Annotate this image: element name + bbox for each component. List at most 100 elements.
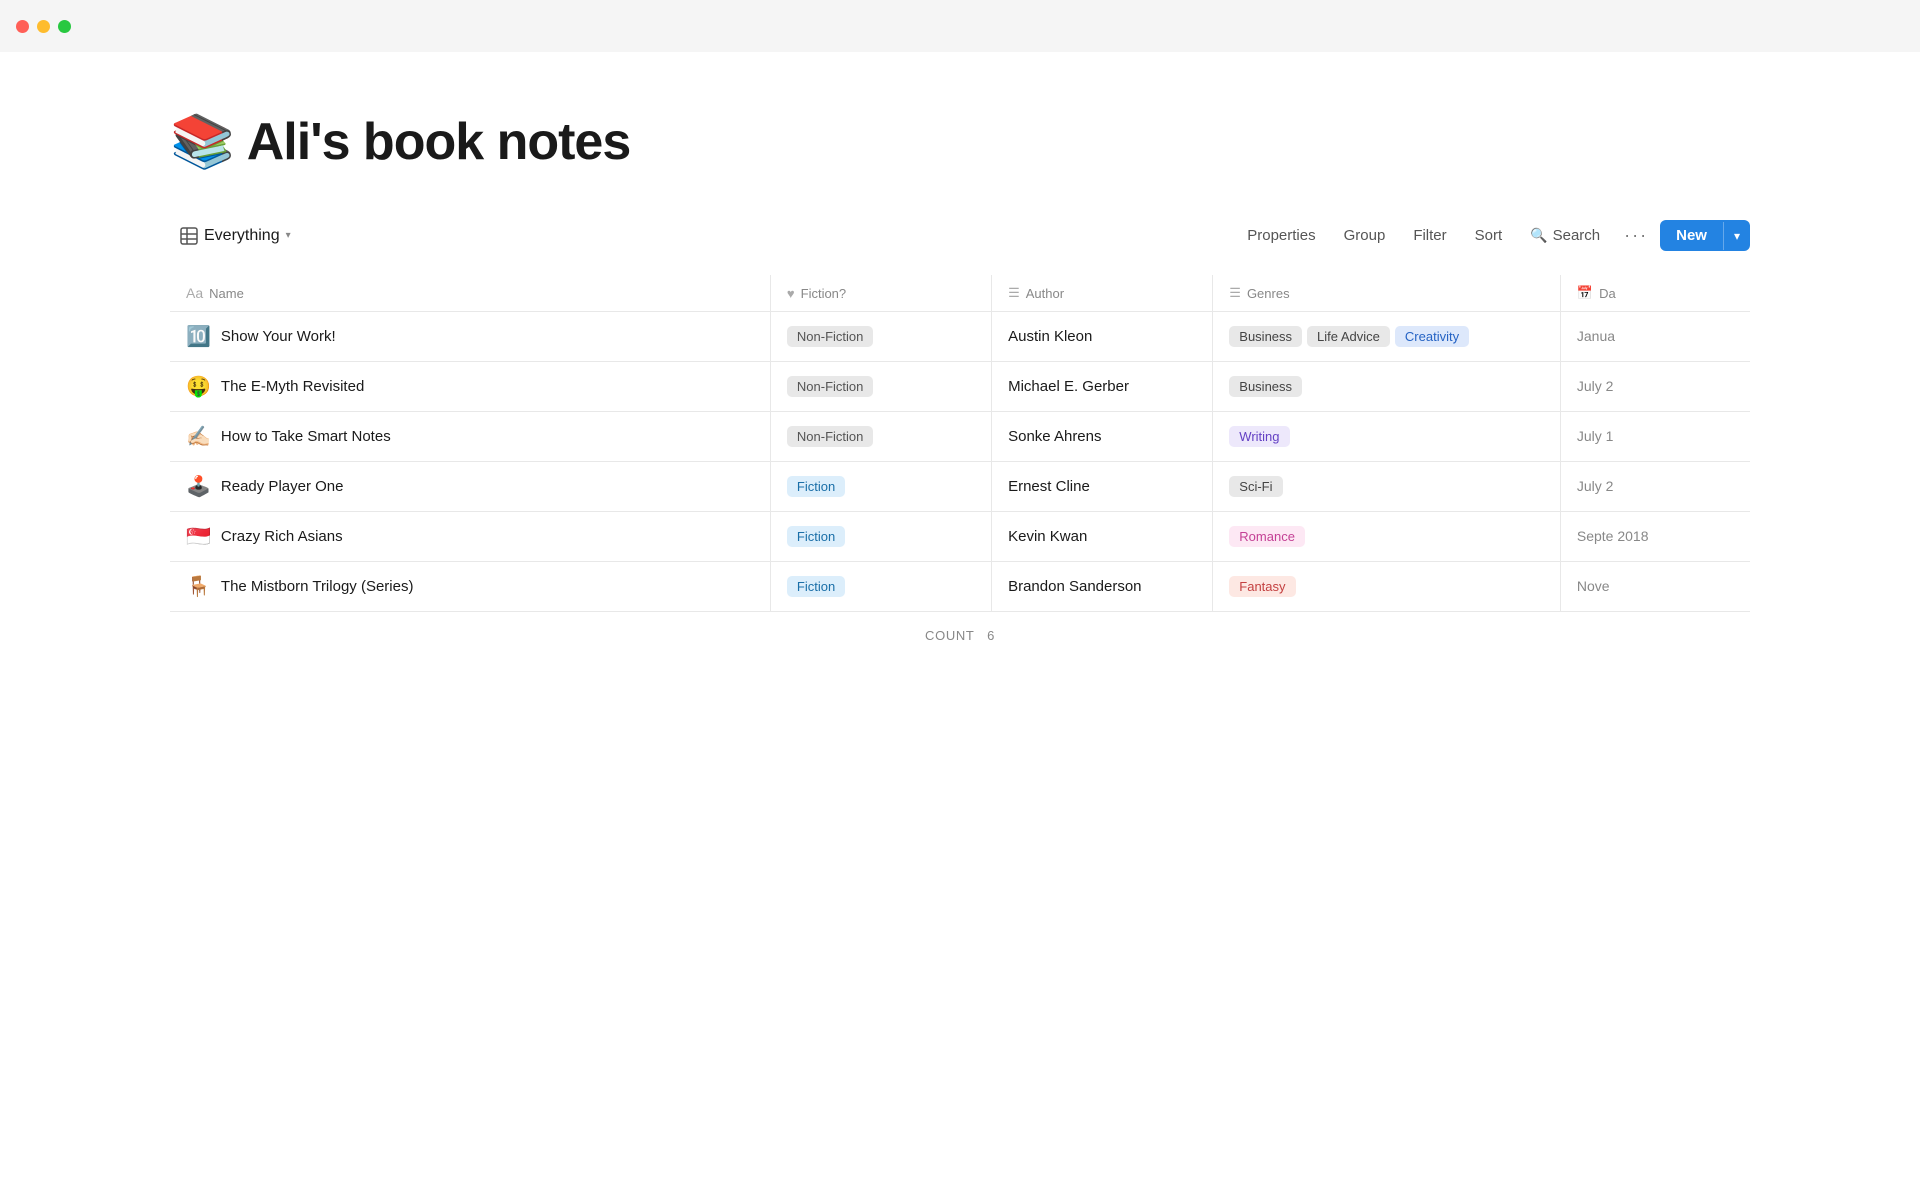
count-bar: COUNT 6 <box>170 612 1750 659</box>
row-emoji: 🔟 <box>186 324 211 349</box>
table-row[interactable]: ✍🏻 How to Take Smart Notes Non-Fiction So… <box>170 412 1750 462</box>
view-selector[interactable]: Everything ▾ <box>170 222 301 250</box>
properties-button[interactable]: Properties <box>1235 222 1327 249</box>
cell-date-1: July 2 <box>1560 362 1750 412</box>
page-icon: 📚 <box>170 116 235 168</box>
cell-fiction-5: Fiction <box>770 562 991 612</box>
col-header-genres[interactable]: ☰ Genres <box>1213 275 1561 312</box>
col-name-label: Name <box>209 286 244 301</box>
more-options-button[interactable]: ··· <box>1616 220 1656 251</box>
text-icon: Aa <box>186 285 203 301</box>
more-icon: ··· <box>1624 225 1648 245</box>
titlebar <box>0 0 1920 52</box>
search-icon: 🔍 <box>1530 227 1547 244</box>
database-table: Aa Name ♥ Fiction? ☰ Author <box>170 275 1750 612</box>
col-genres-label: Genres <box>1247 286 1290 301</box>
date-value: July 2 <box>1577 378 1614 394</box>
search-button[interactable]: 🔍 Search <box>1518 222 1612 249</box>
cell-author-5: Brandon Sanderson <box>992 562 1213 612</box>
cell-date-4: Septe 2018 <box>1560 512 1750 562</box>
search-label: Search <box>1553 227 1601 244</box>
fiction-badge[interactable]: Non-Fiction <box>787 426 873 447</box>
cell-name-1: 🤑 The E-Myth Revisited <box>170 362 770 412</box>
genre-tag[interactable]: Sci-Fi <box>1229 476 1282 497</box>
list-icon-genres: ☰ <box>1229 285 1241 301</box>
genre-tag[interactable]: Romance <box>1229 526 1305 547</box>
cell-genres-0: BusinessLife AdviceCreativity <box>1213 312 1561 362</box>
cell-date-3: July 2 <box>1560 462 1750 512</box>
cell-author-0: Austin Kleon <box>992 312 1213 362</box>
chevron-down-icon: ▾ <box>286 230 291 241</box>
view-label: Everything <box>204 227 280 245</box>
col-header-name[interactable]: Aa Name <box>170 275 770 312</box>
fiction-badge[interactable]: Non-Fiction <box>787 326 873 347</box>
filter-button[interactable]: Filter <box>1401 222 1458 249</box>
cell-author-3: Ernest Cline <box>992 462 1213 512</box>
new-button[interactable]: New <box>1660 220 1723 251</box>
row-emoji: 🪑 <box>186 574 211 599</box>
fiction-badge[interactable]: Fiction <box>787 476 845 497</box>
row-emoji: ✍🏻 <box>186 424 211 449</box>
date-value: Nove <box>1577 578 1610 594</box>
genre-tag[interactable]: Business <box>1229 326 1302 347</box>
date-value: July 1 <box>1577 428 1614 444</box>
col-fiction-label: Fiction? <box>801 286 847 301</box>
main-content: 📚 Ali's book notes Everything ▾ Properti… <box>0 52 1920 699</box>
cell-name-0: 🔟 Show Your Work! <box>170 312 770 362</box>
row-title[interactable]: Ready Player One <box>221 478 344 495</box>
cell-name-2: ✍🏻 How to Take Smart Notes <box>170 412 770 462</box>
row-title[interactable]: Show Your Work! <box>221 328 336 345</box>
database-table-wrapper: Aa Name ♥ Fiction? ☰ Author <box>170 275 1750 612</box>
genre-tag[interactable]: Creativity <box>1395 326 1469 347</box>
author-name: Ernest Cline <box>1008 478 1090 495</box>
row-title[interactable]: Crazy Rich Asians <box>221 528 343 545</box>
close-button[interactable] <box>16 20 29 33</box>
col-header-date[interactable]: 📅 Da <box>1560 275 1750 312</box>
genre-tag[interactable]: Business <box>1229 376 1302 397</box>
cell-genres-5: Fantasy <box>1213 562 1561 612</box>
fiction-badge[interactable]: Fiction <box>787 576 845 597</box>
fiction-badge[interactable]: Non-Fiction <box>787 376 873 397</box>
row-title[interactable]: The E-Myth Revisited <box>221 378 364 395</box>
table-body: 🔟 Show Your Work! Non-Fiction Austin Kleo… <box>170 312 1750 612</box>
table-row[interactable]: 🇸🇬 Crazy Rich Asians FictionKevin KwanRo… <box>170 512 1750 562</box>
genre-tag[interactable]: Writing <box>1229 426 1289 447</box>
row-emoji: 🕹️ <box>186 474 211 499</box>
author-name: Austin Kleon <box>1008 328 1092 345</box>
col-header-fiction[interactable]: ♥ Fiction? <box>770 275 991 312</box>
sort-button[interactable]: Sort <box>1463 222 1515 249</box>
row-emoji: 🇸🇬 <box>186 524 211 549</box>
cell-author-2: Sonke Ahrens <box>992 412 1213 462</box>
new-button-group: New ▾ <box>1660 220 1750 251</box>
cell-name-4: 🇸🇬 Crazy Rich Asians <box>170 512 770 562</box>
dropdown-chevron-icon: ▾ <box>1734 229 1740 243</box>
table-row[interactable]: 🔟 Show Your Work! Non-Fiction Austin Kleo… <box>170 312 1750 362</box>
col-header-author[interactable]: ☰ Author <box>992 275 1213 312</box>
genre-tag[interactable]: Fantasy <box>1229 576 1295 597</box>
col-author-label: Author <box>1026 286 1064 301</box>
table-row[interactable]: 🕹️ Ready Player One Fiction Ernest Cline S… <box>170 462 1750 512</box>
cell-name-3: 🕹️ Ready Player One <box>170 462 770 512</box>
cell-date-0: Janua <box>1560 312 1750 362</box>
genre-tag[interactable]: Life Advice <box>1307 326 1390 347</box>
date-value: Janua <box>1577 328 1615 344</box>
cell-genres-2: Writing <box>1213 412 1561 462</box>
row-title[interactable]: The Mistborn Trilogy (Series) <box>221 578 414 595</box>
row-title[interactable]: How to Take Smart Notes <box>221 428 391 445</box>
properties-label: Properties <box>1247 227 1315 244</box>
fiction-badge[interactable]: Fiction <box>787 526 845 547</box>
new-dropdown-arrow[interactable]: ▾ <box>1723 222 1750 250</box>
minimize-button[interactable] <box>37 20 50 33</box>
table-row[interactable]: 🤑 The E-Myth Revisited Non-Fiction Michae… <box>170 362 1750 412</box>
maximize-button[interactable] <box>58 20 71 33</box>
group-button[interactable]: Group <box>1332 222 1398 249</box>
col-date-label: Da <box>1599 286 1616 301</box>
cell-date-2: July 1 <box>1560 412 1750 462</box>
group-label: Group <box>1344 227 1386 244</box>
page-header: 📚 Ali's book notes <box>170 112 1750 172</box>
author-name: Sonke Ahrens <box>1008 428 1101 445</box>
table-header: Aa Name ♥ Fiction? ☰ Author <box>170 275 1750 312</box>
toolbar-spacer <box>305 226 1232 246</box>
cell-author-1: Michael E. Gerber <box>992 362 1213 412</box>
table-row[interactable]: 🪑 The Mistborn Trilogy (Series) Fiction B… <box>170 562 1750 612</box>
